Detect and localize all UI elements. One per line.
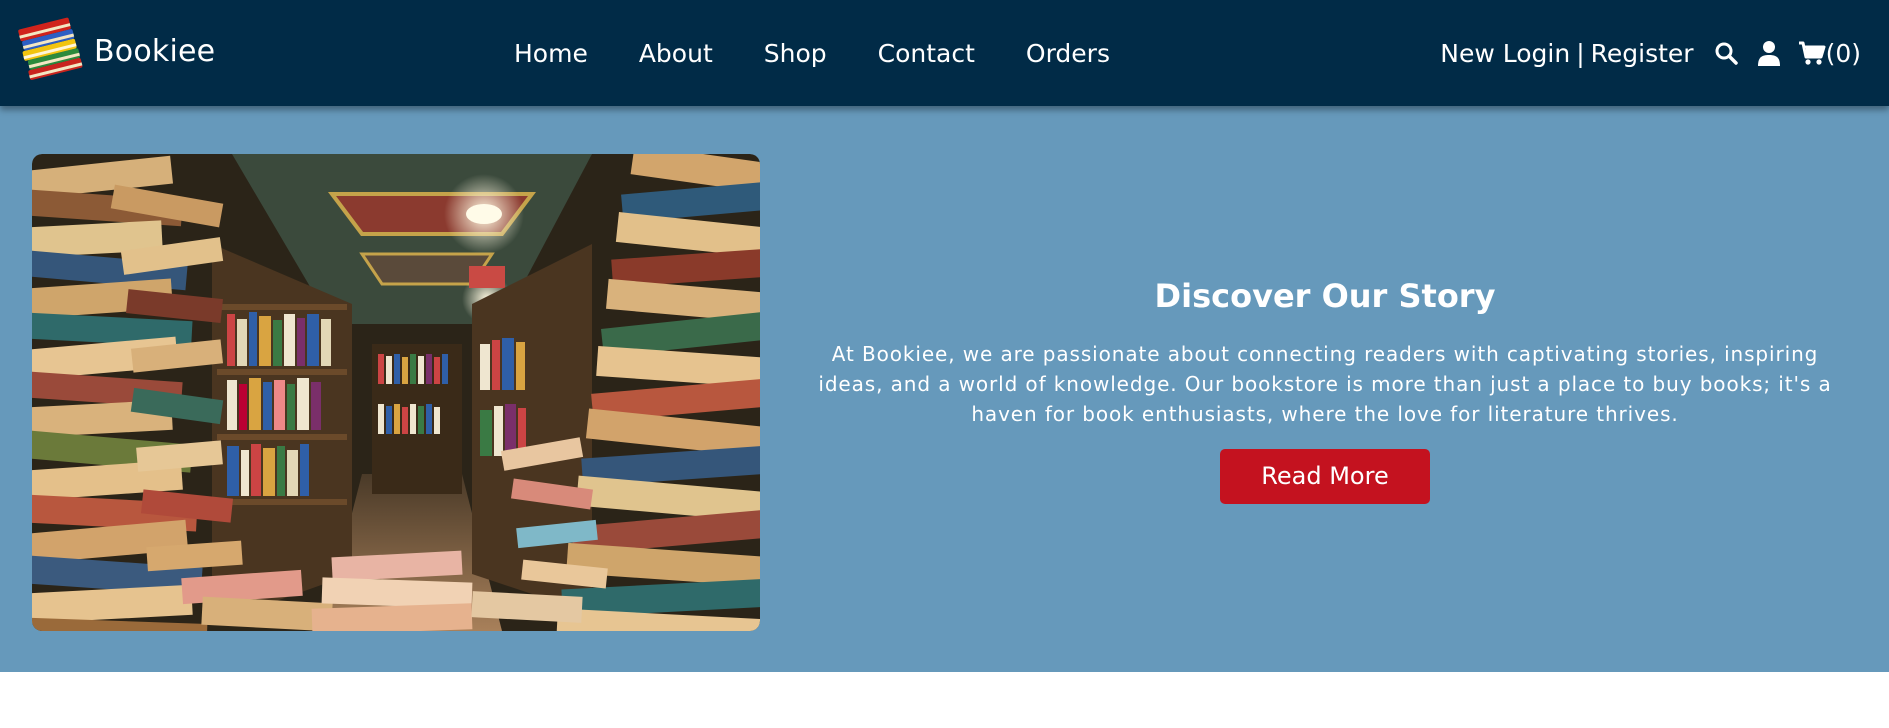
- user-icon[interactable]: [1757, 40, 1780, 66]
- about-hero-section: Discover Our Story At Bookiee, we are pa…: [0, 106, 1889, 672]
- main-nav: Home About Shop Contact Orders: [514, 0, 1110, 106]
- hero-title: Discover Our Story: [1154, 277, 1496, 315]
- cart-button[interactable]: (0): [1798, 39, 1861, 68]
- cart-count: (0): [1825, 38, 1861, 68]
- nav-shop-link[interactable]: Shop: [764, 39, 827, 68]
- nav-home-link[interactable]: Home: [514, 39, 588, 68]
- auth-separator: |: [1576, 38, 1585, 68]
- search-icon[interactable]: [1714, 41, 1738, 65]
- nav-contact-link[interactable]: Contact: [878, 39, 975, 68]
- books-stack-icon: [18, 17, 83, 80]
- bookstore-aisle-image: [32, 154, 760, 631]
- cart-icon: [1798, 41, 1826, 65]
- nav-orders-link[interactable]: Orders: [1026, 39, 1110, 68]
- login-link[interactable]: New Login: [1440, 39, 1570, 68]
- read-more-button[interactable]: Read More: [1220, 449, 1430, 504]
- hero-paragraph: At Bookiee, we are passionate about conn…: [818, 342, 1832, 426]
- brand-name: Bookiee: [94, 33, 216, 69]
- nav-actions: New Login | Register (0): [1440, 0, 1861, 106]
- brand[interactable]: Bookiee: [16, 14, 215, 88]
- nav-about-link[interactable]: About: [639, 39, 713, 68]
- register-link[interactable]: Register: [1591, 39, 1694, 68]
- hero-text-block: Discover Our Story At Bookiee, we are pa…: [800, 277, 1850, 504]
- top-navbar: Bookiee Home About Shop Contact Orders N…: [0, 0, 1889, 106]
